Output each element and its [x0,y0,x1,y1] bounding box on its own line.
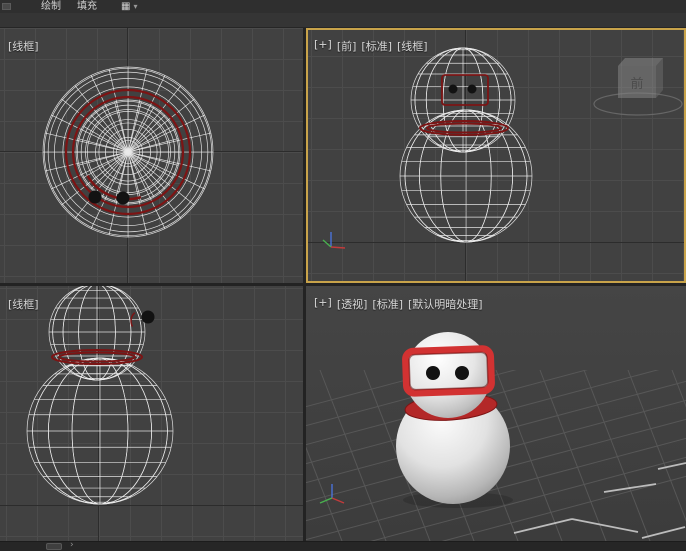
trackbar-expand-icon[interactable]: › [70,540,74,550]
wireframe-sphere [411,48,515,152]
snowman-head[interactable] [405,332,491,418]
clipped-ribbon-icon [2,3,11,10]
viewport-label-row: [+] [前] [标准] [线框] [314,38,428,54]
shading-label[interactable]: [线框] [8,38,39,54]
viewcube[interactable]: 前 [594,58,682,115]
shading-label[interactable]: [线框] [8,296,39,312]
viewport-menu-button[interactable]: [+] [314,296,332,312]
model-front-view[interactable] [400,48,532,242]
view-standard-label[interactable]: [标准] [372,296,403,312]
highlight-edge [642,527,685,538]
model-left-view[interactable] [27,286,173,504]
shading-label[interactable]: [线框] [397,38,428,54]
viewport-front[interactable]: 前 [+] [前] [标准] [线框] [306,28,686,283]
chevron-down-icon[interactable]: ▾ [133,0,137,13]
eye-top-right [117,192,130,205]
shading-label[interactable]: [默认明暗处理] [408,296,483,312]
highlight-edge [572,519,638,532]
highlight-edge [514,519,572,533]
axis-tripod [323,232,345,248]
eye-top-left [89,191,102,204]
eye-front-left [449,85,458,94]
toolbar-strip [0,13,686,28]
trackbar-handle[interactable] [46,543,62,550]
x-axis-line [332,498,344,503]
view-name-label[interactable]: [透视] [337,296,368,312]
wireframe-sphere-top [76,100,180,204]
status-bar: › [0,541,686,551]
max-window: 绘制 填充 ▦ ▾ [线框] [0,0,686,551]
view-name-label[interactable]: [前] [337,38,357,54]
viewport-top[interactable]: [线框] [0,28,303,283]
viewport-label-row: [线框] [8,38,39,54]
left-view-canvas [0,286,303,541]
ribbon-display-icon[interactable]: ▦ [121,0,130,13]
x-axis-line [331,247,345,248]
ribbon-tab-object-paint[interactable]: 绘制 [41,0,61,13]
viewcube-front-label[interactable]: 前 [630,76,643,92]
ribbon-bar: 绘制 填充 ▦ ▾ [0,0,686,13]
eye-left[interactable] [426,366,440,380]
top-view-canvas [0,28,303,283]
front-view-canvas: 前 [306,28,686,283]
y-axis-line [323,240,331,247]
viewport-menu-button[interactable]: [+] [314,38,332,54]
viewport-left[interactable]: [线框] [0,286,303,541]
viewport-label-row: [线框] [8,296,39,312]
viewport-grid: [线框] 前 [0,28,686,541]
model-top-view[interactable] [43,67,213,237]
wireframe-sphere [27,358,173,504]
view-standard-label[interactable]: [标准] [361,38,392,54]
viewcube-top-face[interactable] [618,58,663,66]
neck-ring-front [420,121,508,135]
viewport-perspective[interactable]: [+] [透视] [标准] [默认明暗处理] [306,286,686,541]
wireframe-sphere [400,110,532,242]
eye-right[interactable] [455,366,469,380]
perspective-canvas [306,286,686,541]
ribbon-tab-populate[interactable]: 填充 [77,0,97,13]
eye-front-right [468,85,477,94]
eye-left-view [142,311,155,324]
viewport-label-row: [+] [透视] [标准] [默认明暗处理] [314,296,483,312]
